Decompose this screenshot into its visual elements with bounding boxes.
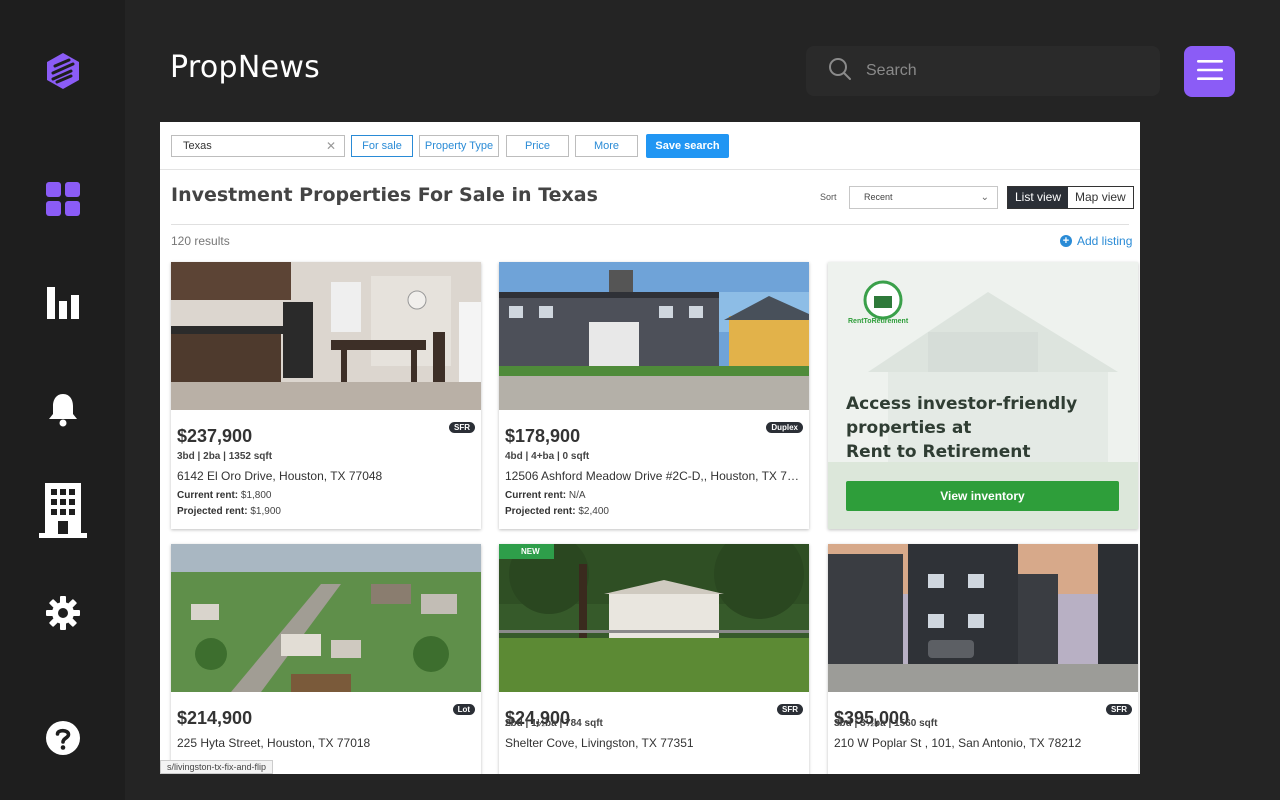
listing-address: 6142 El Oro Drive, Houston, TX 77048 xyxy=(177,469,383,483)
sort-select[interactable]: Recent ⌄ xyxy=(849,186,998,209)
property-type-badge: Duplex xyxy=(766,422,803,433)
listing-card[interactable]: $178,900 Duplex 4bd | 4+ba | 0 sqft 1250… xyxy=(499,262,809,529)
listing-specs: 4bd | 4+ba | 0 sqft xyxy=(505,451,590,462)
menu-button[interactable] xyxy=(1184,46,1235,97)
listing-photo-duplex xyxy=(499,262,809,410)
sidebar xyxy=(0,0,125,800)
listing-page-panel: Texas ✕ For sale Property Type Price Mor… xyxy=(160,122,1140,774)
sort-value: Recent xyxy=(864,192,893,202)
price-filter-button[interactable]: Price xyxy=(506,135,569,157)
divider xyxy=(171,224,1129,225)
projected-rent: Projected rent: $2,400 xyxy=(505,506,609,517)
listing-specs: 3bd | 3½ba | 1560 sqft xyxy=(834,718,938,729)
promo-line-3: Rent to Retirement xyxy=(846,442,1031,462)
list-view-button[interactable]: List view xyxy=(1008,187,1069,208)
listing-card[interactable]: $237,900 SFR 3bd | 2ba | 1352 sqft 6142 … xyxy=(171,262,481,529)
listing-price: $214,900 xyxy=(177,708,253,728)
new-tag: NEW xyxy=(499,544,554,559)
bell-icon[interactable] xyxy=(38,384,88,434)
listing-photo-aerial-lot xyxy=(171,544,481,692)
more-filter-button[interactable]: More xyxy=(575,135,638,157)
listing-photo-kitchen xyxy=(171,262,481,410)
projected-rent-value: $1,900 xyxy=(250,506,281,517)
listing-price: $237,900 xyxy=(177,426,253,446)
listing-specs: 2bd | 1½ba | 784 sqft xyxy=(505,718,603,729)
location-value: Texas xyxy=(183,140,212,152)
add-listing-link[interactable]: + Add listing xyxy=(1060,234,1132,248)
analytics-icon[interactable] xyxy=(38,278,88,328)
settings-gear-icon[interactable] xyxy=(38,588,88,638)
property-type-badge: SFR xyxy=(1106,704,1132,715)
search-icon xyxy=(828,57,852,85)
current-rent-label: Current rent: xyxy=(177,490,239,501)
search-bar[interactable] xyxy=(806,46,1160,96)
promo-logo-text: RentToRetirement xyxy=(848,318,909,325)
page-heading: Investment Properties For Sale in Texas xyxy=(171,184,598,206)
listing-photo-townhouse xyxy=(828,544,1138,692)
hamburger-icon xyxy=(1196,59,1223,84)
plus-circle-icon: + xyxy=(1060,235,1072,247)
logo-icon[interactable] xyxy=(38,46,88,96)
projected-rent-label: Projected rent: xyxy=(505,506,576,517)
listing-photo-mobile-home xyxy=(499,544,809,692)
projected-rent: Projected rent: $1,900 xyxy=(177,506,281,517)
save-search-button[interactable]: Save search xyxy=(646,134,729,158)
current-rent-value: $1,800 xyxy=(240,490,272,501)
listing-card[interactable]: $214,900 Lot 225 Hyta Street, Houston, T… xyxy=(171,544,481,774)
listing-price: $178,900 xyxy=(505,426,581,446)
listing-address: 225 Hyta Street, Houston, TX 77018 xyxy=(177,736,371,750)
property-type-badge: SFR xyxy=(449,422,475,433)
add-listing-label: Add listing xyxy=(1077,234,1133,248)
app-title: PropNews xyxy=(170,50,321,85)
projected-rent-label: Projected rent: xyxy=(177,506,248,517)
building-icon[interactable] xyxy=(38,480,88,540)
map-view-button[interactable]: Map view xyxy=(1068,187,1133,208)
current-rent: Current rent: N/A xyxy=(505,490,586,501)
listing-card[interactable]: NEW $24,900 SFR 2bd | 1½ba | 784 sqft Sh… xyxy=(499,544,809,774)
dashboard-icon[interactable] xyxy=(38,174,88,224)
promo-headline: Access investor-friendly properties at R… xyxy=(846,392,1077,464)
property-type-badge: Lot xyxy=(452,704,475,715)
current-rent: Current rent: $1,800 xyxy=(177,490,272,501)
listing-address: Shelter Cove, Livingston, TX 77351 xyxy=(505,736,694,750)
listing-specs: 3bd | 2ba | 1352 sqft xyxy=(177,451,273,462)
promo-card[interactable]: RentToRetirement Access investor-friendl… xyxy=(828,262,1138,529)
promo-line-2: properties at xyxy=(846,418,972,438)
help-icon[interactable] xyxy=(38,713,88,763)
chevron-down-icon: ⌄ xyxy=(980,192,989,203)
property-type-badge: SFR xyxy=(777,704,803,715)
filter-bar: Texas ✕ For sale Property Type Price Mor… xyxy=(160,122,1140,170)
status-url-tooltip: s/livingston-tx-fix-and-flip xyxy=(160,760,274,774)
search-input[interactable] xyxy=(866,62,1136,80)
location-input[interactable]: Texas ✕ xyxy=(171,135,345,157)
projected-rent-value: $2,400 xyxy=(578,506,609,517)
clear-icon[interactable]: ✕ xyxy=(326,136,336,156)
listing-address: 12506 Ashford Meadow Drive #2C-D,, Houst… xyxy=(505,469,803,483)
listing-address: 210 W Poplar St , 101, San Antonio, TX 7… xyxy=(834,736,1082,750)
current-rent-value: N/A xyxy=(568,490,586,501)
results-count: 120 results xyxy=(171,234,230,248)
promo-line-1: Access investor-friendly xyxy=(846,394,1078,414)
listing-card[interactable]: $395,000 SFR 3bd | 3½ba | 1560 sqft 210 … xyxy=(828,544,1138,774)
for-sale-filter-button[interactable]: For sale xyxy=(351,135,413,157)
sort-label: Sort xyxy=(820,192,837,202)
property-type-filter-button[interactable]: Property Type xyxy=(419,135,499,157)
current-rent-label: Current rent: xyxy=(505,490,567,501)
view-inventory-button[interactable]: View inventory xyxy=(846,481,1119,511)
view-toggle: List view Map view xyxy=(1007,186,1134,209)
